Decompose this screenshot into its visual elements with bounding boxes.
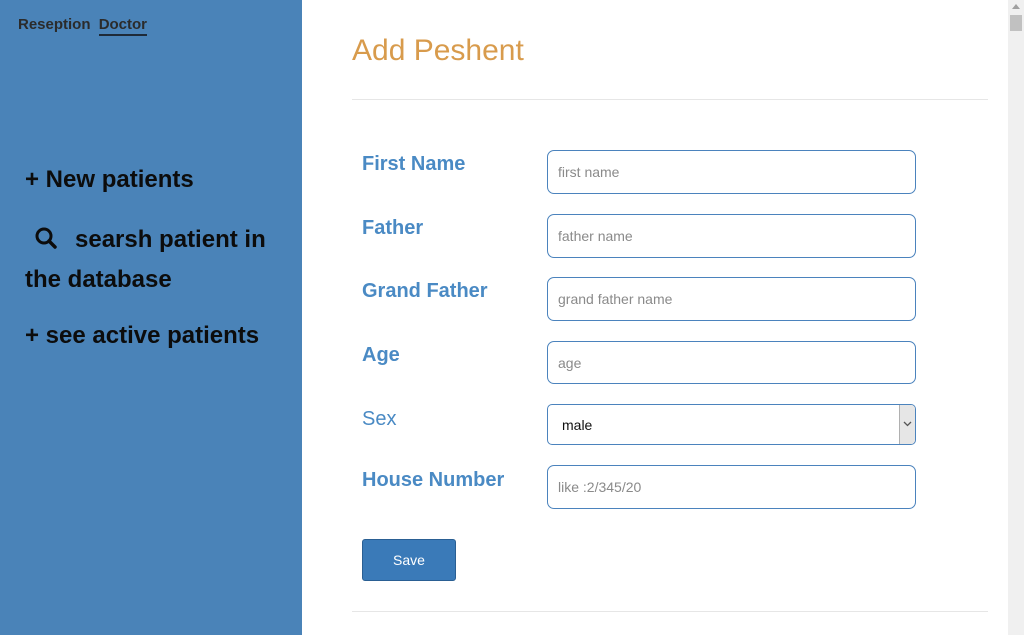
active-patients-link[interactable]: + see active patients <box>25 316 259 356</box>
age-label: Age <box>362 344 400 366</box>
chevron-down-icon[interactable] <box>899 405 915 444</box>
new-patients-link[interactable]: + New patients <box>25 160 194 200</box>
scrollbar-thumb[interactable] <box>1010 15 1022 31</box>
bottom-divider <box>352 611 988 612</box>
scroll-up-arrow-icon[interactable] <box>1008 0 1024 14</box>
search-patient-link[interactable]: searsh patient in the database <box>25 220 290 300</box>
page-title: Add Peshent <box>352 34 524 67</box>
top-tabs: Reseption Doctor <box>18 16 148 36</box>
sex-select-value: male <box>562 417 593 433</box>
save-button[interactable]: Save <box>362 539 456 581</box>
house-number-input[interactable] <box>547 465 916 509</box>
house-number-label: House Number <box>362 469 505 491</box>
father-name-input[interactable] <box>547 214 916 258</box>
tab-reseption[interactable]: Reseption <box>18 16 91 34</box>
tab-doctor[interactable]: Doctor <box>98 16 148 36</box>
sidebar: Reseption Doctor + New patients searsh p… <box>0 0 302 635</box>
age-input[interactable] <box>547 341 916 384</box>
grand-father-label: Grand Father <box>362 280 488 302</box>
father-label: Father <box>362 217 424 239</box>
sex-select[interactable]: male <box>547 404 916 445</box>
main-content: Add Peshent First Name Father Grand Fath… <box>302 0 1008 635</box>
vertical-scrollbar[interactable] <box>1008 0 1024 635</box>
app-window: Reseption Doctor + New patients searsh p… <box>0 0 1024 635</box>
sex-label: Sex <box>362 408 397 430</box>
grand-father-input[interactable] <box>547 277 916 321</box>
title-divider <box>352 99 988 100</box>
first-name-input[interactable] <box>547 150 916 194</box>
search-icon <box>33 223 63 249</box>
first-name-label: First Name <box>362 153 466 175</box>
